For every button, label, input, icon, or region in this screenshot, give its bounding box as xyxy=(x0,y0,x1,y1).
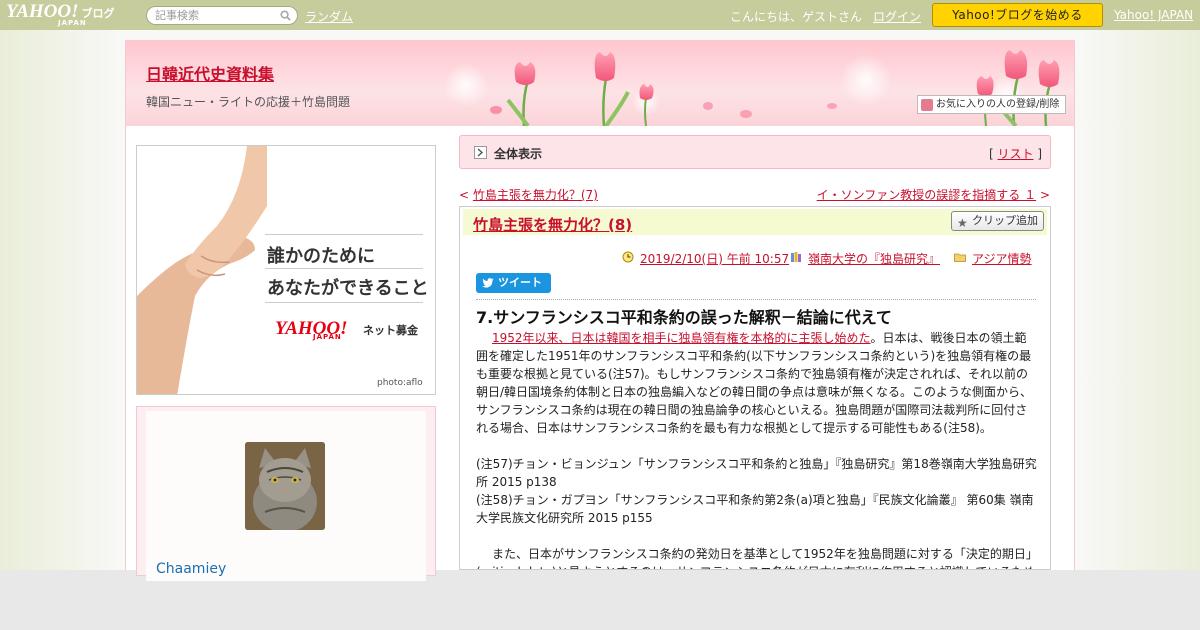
blog-subtitle: 韓国ニュー・ライトの応援＋竹島問題 xyxy=(146,95,351,109)
tweet-button[interactable]: ツイート xyxy=(476,273,551,293)
blog-container: 日韓近代史資料集 韓国ニュー・ライトの応援＋竹島問題 お気に入りの人の登録/削除… xyxy=(125,40,1075,581)
post-separator xyxy=(476,299,1036,300)
prev-post-nav: < 竹島主張を無力化？(7) xyxy=(459,188,598,202)
post-article-box: 竹島主張を無力化？(8) ★ クリップ追加 2019/2/10(日) 午前 10… xyxy=(459,206,1051,570)
books-icon xyxy=(791,252,801,262)
profile-inner: Chaamiey xyxy=(146,411,426,581)
clip-add-button[interactable]: ★ クリップ追加 xyxy=(951,211,1044,231)
greeting-text: こんにちは、ゲストさん xyxy=(730,10,863,24)
post-folder-link[interactable]: アジア情勢 xyxy=(972,252,1032,266)
tweet-label: ツイート xyxy=(498,276,542,289)
blog-title-link[interactable]: 日韓近代史資料集 xyxy=(146,61,274,85)
paragraph-2: また、日本がサンフランシスコ条約の発効日を基準として1952年を独島問題に対する… xyxy=(476,547,1038,569)
ad-photo-credit: photo:aflo xyxy=(377,378,423,388)
post-folder: アジア情勢 xyxy=(954,250,1032,267)
search-box xyxy=(146,6,298,25)
arrow-right-icon xyxy=(474,146,487,159)
prev-post-link[interactable]: 竹島主張を無力化？(7) xyxy=(473,188,598,202)
section-heading: 7.サンフランシスコ平和条約の誤った解釈－結論に代えて xyxy=(476,308,892,327)
avatar[interactable] xyxy=(245,442,325,530)
yahoo-japan-link[interactable]: Yahoo! JAPAN xyxy=(1114,8,1193,22)
clock-icon xyxy=(622,251,634,263)
random-link[interactable]: ランダム xyxy=(305,8,353,25)
ad-headline-1: 誰かのために xyxy=(267,246,375,267)
ad-headline-2: あなたができること xyxy=(267,278,429,299)
hands-illustration xyxy=(137,146,267,394)
post-title-link[interactable]: 竹島主張を無力化？(8) xyxy=(473,214,632,235)
yahoo-blog-logo[interactable]: YAHOO! JAPAN ブログ xyxy=(6,2,114,27)
post-header: 竹島主張を無力化？(8) ★ クリップ追加 xyxy=(463,209,1047,235)
ad-yahoo-japan-text: JAPAN xyxy=(313,333,342,341)
list-view-control: [ リスト ] xyxy=(989,145,1042,162)
favorite-icon xyxy=(921,99,933,111)
search-input[interactable] xyxy=(155,9,275,22)
ad-rule-top xyxy=(265,234,423,235)
highlighted-claim-link[interactable]: 1952年以来、日本は韓国を相手に独島領有権を本格的に主張し始めた xyxy=(492,331,871,345)
ad-service-name: ネット募金 xyxy=(363,324,418,337)
start-blog-button[interactable]: Yahoo!ブログを始める xyxy=(932,3,1103,27)
next-post-nav: イ・ソンファン教授の誤謬を指摘する １ > xyxy=(816,188,1050,202)
favorite-register-button[interactable]: お気に入りの人の登録/削除 xyxy=(917,95,1066,114)
clip-add-label: クリップ追加 xyxy=(972,214,1038,227)
paragraph-1: 1952年以来、日本は韓国を相手に独島領有権を本格的に主張し始めた。日本は、戦後… xyxy=(476,329,1038,437)
search-icon[interactable] xyxy=(280,10,291,21)
footnote-57: (注57)チョン・ビョンジュン「サンフランシスコ平和条約と独島」『独島研究』第1… xyxy=(476,457,1037,489)
post-body: 7.サンフランシスコ平和条約の誤った解釈－結論に代えて 1952年以来、日本は韓… xyxy=(476,307,1038,569)
login-link[interactable]: ログイン xyxy=(873,8,921,25)
next-post-link[interactable]: イ・ソンファン教授の誤謬を指摘する １ xyxy=(817,188,1036,202)
cat-avatar-image xyxy=(245,442,325,530)
post-category-link[interactable]: 嶺南大学の『独島研究』 xyxy=(808,252,940,266)
list-view-link[interactable]: リスト xyxy=(997,147,1033,161)
top-bar: YAHOO! JAPAN ブログ ランダム こんにちは、ゲストさん ログイン Y… xyxy=(0,0,1200,30)
show-all-label[interactable]: 全体表示 xyxy=(494,145,542,162)
post-category: 嶺南大学の『独島研究』 xyxy=(790,250,940,267)
logo-japan-text: JAPAN xyxy=(58,19,87,27)
favorite-register-label: お気に入りの人の登録/削除 xyxy=(936,99,1060,110)
post-date-link[interactable]: 2019/2/10(日) 午前 10:57 xyxy=(640,252,789,266)
list-bracket-close: ] xyxy=(1033,147,1042,161)
ad-rule-middle xyxy=(265,268,423,269)
star-icon: ★ xyxy=(957,216,968,230)
charity-ad-banner[interactable]: 誰かのために あなたができること YAHOO! JAPAN ネット募金 phot… xyxy=(136,145,436,395)
twitter-bird-icon xyxy=(482,278,494,288)
profile-name-link[interactable]: Chaamiey xyxy=(156,561,226,577)
profile-panel: Chaamiey xyxy=(136,406,436,581)
folder-icon xyxy=(954,253,966,262)
blog-header: 日韓近代史資料集 韓国ニュー・ライトの応援＋竹島問題 お気に入りの人の登録/削除 xyxy=(126,40,1074,126)
paragraph-1-text: 。日本は、戦後日本の領土範囲を確定した1951年のサンフランシスコ平和条約(以下… xyxy=(476,331,1033,435)
view-mode-bar: 全体表示 [ リスト ] xyxy=(459,135,1051,169)
post-date: 2019/2/10(日) 午前 10:57 xyxy=(622,250,789,267)
ad-rule-bottom xyxy=(265,302,423,303)
footnote-58: (注58)チョン・ガプヨン「サンフランシスコ平和条約第2条(a)項と独島」『民族… xyxy=(476,493,1034,525)
